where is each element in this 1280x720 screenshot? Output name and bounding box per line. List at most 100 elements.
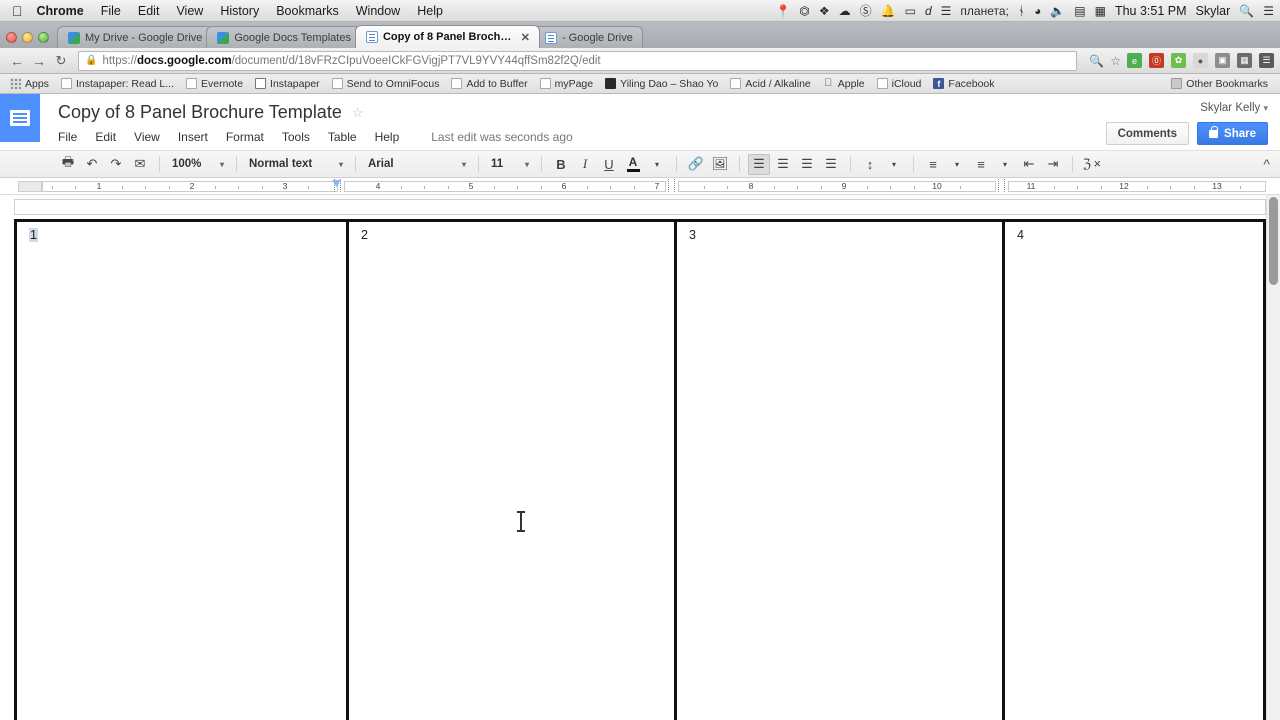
menu-history[interactable]: History <box>220 4 259 18</box>
close-window-button[interactable] <box>6 32 17 43</box>
back-arrow-icon[interactable]: ← <box>6 53 28 69</box>
bookmark-add-to-buffer[interactable]: Add to Buffer <box>445 78 533 90</box>
volume-icon[interactable]: 🔈 <box>1050 5 1065 17</box>
document-page[interactable]: 1 2 3 4 <box>14 199 1266 720</box>
docs-menu-format[interactable]: Format <box>226 130 264 144</box>
zoom-search-icon[interactable]: 🔍 <box>1089 54 1104 68</box>
align-center-icon[interactable]: ☰ <box>772 154 794 175</box>
bookmark-apps[interactable]: Apps <box>4 78 55 90</box>
maximize-window-button[interactable] <box>38 32 49 43</box>
font-size-dropdown[interactable]: 11 ▾ <box>486 154 534 175</box>
numbered-list-icon[interactable]: ≡ <box>922 154 944 175</box>
dropbox-d-icon[interactable]: d <box>925 5 932 17</box>
document-header-band[interactable] <box>14 199 1266 215</box>
airplay-icon[interactable]: ⏣ <box>799 5 809 17</box>
line-spacing-icon[interactable]: ↕ <box>859 154 881 175</box>
clock-circle-icon[interactable]: планета; <box>960 5 1008 17</box>
menu-file[interactable]: File <box>101 4 121 18</box>
bold-button[interactable]: B <box>550 154 572 175</box>
bookmark-icloud[interactable]: iCloud <box>871 78 928 90</box>
menu-view[interactable]: View <box>176 4 203 18</box>
account-name[interactable]: Skylar Kelly ▾ <box>1106 94 1268 114</box>
flag-icon[interactable]: ▦ <box>1095 5 1106 17</box>
browser-tab-docs-templates[interactable]: Google Docs Templates <box>206 26 361 48</box>
wifi-icon[interactable]: ◕ <box>1034 5 1041 17</box>
docs-menu-view[interactable]: View <box>134 130 160 144</box>
equalizer-icon[interactable]: ☰ <box>941 5 952 17</box>
bell-icon[interactable]: 🔔 <box>881 5 896 17</box>
close-icon[interactable]: ✕ <box>521 31 530 44</box>
copyright-circle-icon[interactable]: Ⓢ <box>860 5 872 17</box>
bookmark-acid-alkaline[interactable]: Acid / Alkaline <box>724 78 816 90</box>
clear-formatting-icon[interactable]: ℨ × <box>1081 154 1103 175</box>
screen-icon[interactable]: ▭ <box>905 5 916 17</box>
menubar-user[interactable]: Skylar <box>1196 4 1231 18</box>
bookmark-instapaper[interactable]: Instapaper <box>249 78 326 90</box>
brochure-panel-table[interactable]: 1 2 3 4 <box>14 219 1266 720</box>
bookmark-instapaper-read[interactable]: Instapaper: Read L... <box>55 78 180 90</box>
camera-extension-icon[interactable]: ▣ <box>1215 53 1230 68</box>
decrease-indent-icon[interactable]: ⇤ <box>1018 154 1040 175</box>
location-pin-icon[interactable]: 📍 <box>775 5 790 17</box>
docs-menu-edit[interactable]: Edit <box>95 130 116 144</box>
docs-menu-table[interactable]: Table <box>328 130 357 144</box>
font-family-dropdown[interactable]: Arial ▾ <box>363 154 471 175</box>
italic-button[interactable]: I <box>574 154 596 175</box>
docs-menu-tools[interactable]: Tools <box>282 130 310 144</box>
forward-arrow-icon[interactable]: → <box>28 53 50 69</box>
print-icon[interactable]: 🖶 <box>57 154 79 175</box>
bookmark-send-to-omnifocus[interactable]: Send to OmniFocus <box>326 78 446 90</box>
notification-list-icon[interactable]: ☰ <box>1263 5 1274 17</box>
bulleted-list-chevron-down-icon[interactable]: ▾ <box>994 154 1016 175</box>
share-button[interactable]: Share <box>1197 122 1268 145</box>
zoom-dropdown[interactable]: 100% ▾ <box>167 154 229 175</box>
brochure-panel-3[interactable]: 3 <box>677 222 1005 720</box>
align-right-icon[interactable]: ☰ <box>796 154 818 175</box>
align-left-icon[interactable]: ☰ <box>748 154 770 175</box>
insert-image-icon[interactable]: 🖼 <box>709 154 731 175</box>
address-bar[interactable]: 🔒 https://docs.google.com/document/d/18v… <box>78 51 1077 71</box>
pocket-extension-icon[interactable]: ● <box>1193 53 1208 68</box>
brochure-panel-2[interactable]: 2 <box>349 222 677 720</box>
dropbox-icon[interactable]: ❖ <box>819 5 830 17</box>
numbered-list-chevron-down-icon[interactable]: ▾ <box>946 154 968 175</box>
minimize-window-button[interactable] <box>22 32 33 43</box>
ruler-left-margin[interactable] <box>18 181 42 192</box>
vertical-scrollbar[interactable] <box>1266 195 1280 720</box>
line-spacing-chevron-down-icon[interactable]: ▾ <box>883 154 905 175</box>
underline-button[interactable]: U <box>598 154 620 175</box>
bookmark-facebook[interactable]: f Facebook <box>927 78 1000 90</box>
browser-tab-google-drive[interactable]: - Google Drive <box>534 26 643 48</box>
cloud-icon[interactable]: ☁ <box>839 5 851 17</box>
comments-button[interactable]: Comments <box>1106 122 1189 145</box>
increase-indent-icon[interactable]: ⇥ <box>1042 154 1064 175</box>
ruler-handle-2[interactable] <box>668 179 675 192</box>
menu-extension-icon[interactable]: ☰ <box>1259 53 1274 68</box>
browser-tab-my-drive[interactable]: My Drive - Google Drive <box>57 26 212 48</box>
docs-menu-file[interactable]: File <box>58 130 77 144</box>
leaf-extension-icon[interactable]: ✿ <box>1171 53 1186 68</box>
undo-icon[interactable]: ↶ <box>81 154 103 175</box>
paint-format-icon[interactable]: ✉ <box>129 154 151 175</box>
menu-window[interactable]: Window <box>356 4 400 18</box>
menubar-clock[interactable]: Thu 3:51 PM <box>1115 4 1187 18</box>
text-color-chevron-down-icon[interactable]: ▾ <box>646 154 668 175</box>
menu-chrome[interactable]: Chrome <box>37 4 84 18</box>
last-edit-status[interactable]: Last edit was seconds ago <box>431 130 572 144</box>
google-docs-logo[interactable] <box>0 94 40 142</box>
bookmark-apple[interactable]:  Apple <box>817 78 871 90</box>
other-bookmarks-folder[interactable]: Other Bookmarks <box>1165 78 1274 90</box>
bookmark-yiling-dao[interactable]: Yiling Dao – Shao Yo <box>599 78 724 90</box>
bookmark-evernote[interactable]: Evernote <box>180 78 249 90</box>
browser-tab-brochure-active[interactable]: Copy of 8 Panel Brochure ✕ <box>355 25 540 48</box>
bookmark-mypage[interactable]: myPage <box>534 78 600 90</box>
blocker-extension-icon[interactable]: ⓪ <box>1149 53 1164 68</box>
menu-help[interactable]: Help <box>417 4 443 18</box>
reload-icon[interactable]: ↻ <box>50 53 72 69</box>
grid-extension-icon[interactable]: ▦ <box>1237 53 1252 68</box>
bluetooth-icon[interactable]: ᛀ <box>1018 5 1025 17</box>
bulleted-list-icon[interactable]: ≡ <box>970 154 992 175</box>
ruler-handle-3[interactable] <box>998 179 1005 192</box>
menu-bookmarks[interactable]: Bookmarks <box>276 4 339 18</box>
docs-menu-insert[interactable]: Insert <box>178 130 208 144</box>
